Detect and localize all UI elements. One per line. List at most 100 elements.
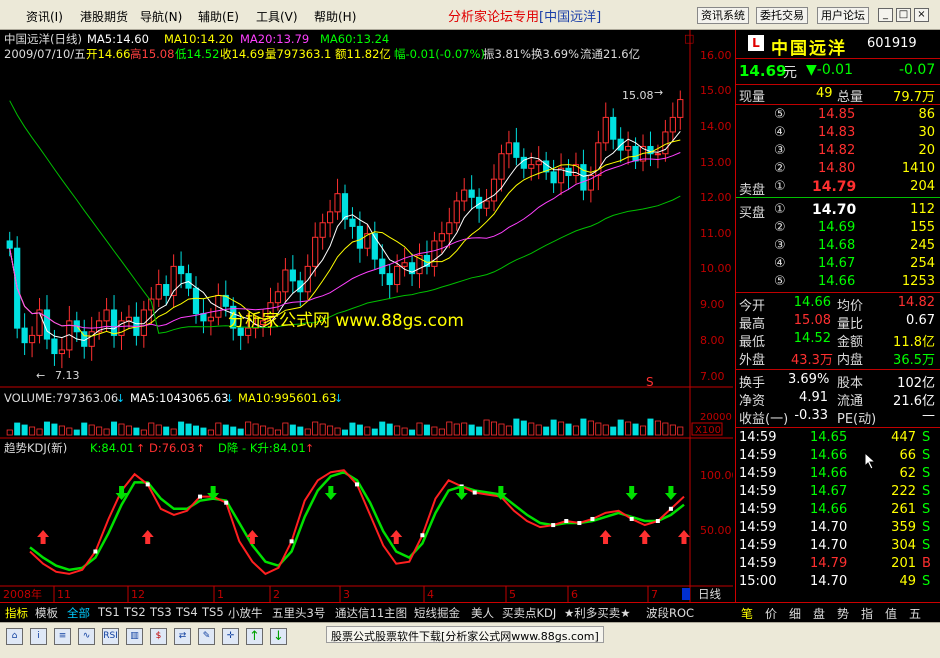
info-open: 开14.66 xyxy=(86,47,130,61)
right-tab-five[interactable]: 五 xyxy=(909,605,921,622)
ask-price: 14.79 xyxy=(812,179,857,195)
volume-bar xyxy=(29,426,36,436)
status-link[interactable]: 股票公式股票软件下载[分析家公式网www.88gs.com] xyxy=(326,626,604,643)
tab-kdj-points[interactable]: 买卖点KDJ xyxy=(502,605,556,621)
ask-row: 卖盘 ① 14.79 204 xyxy=(736,178,940,198)
volume-bar xyxy=(222,424,229,436)
chart-icon[interactable]: ∿ xyxy=(78,628,95,645)
up-arrow-icon[interactable]: ↑ xyxy=(246,628,263,645)
kdj-cross-marker xyxy=(420,533,425,538)
rsi-icon[interactable]: RSI xyxy=(102,628,119,645)
menu-item-assist[interactable]: 辅助(E) xyxy=(198,8,239,25)
candle-body xyxy=(602,116,609,144)
volume-bar xyxy=(528,422,535,436)
ma10-label: MA10:14.20 xyxy=(164,32,233,46)
volume-bar xyxy=(610,426,617,436)
home-icon[interactable]: ⌂ xyxy=(6,628,23,645)
down-arrow-icon[interactable]: ↓ xyxy=(270,628,287,645)
tab-liduo[interactable]: ★利多买卖★ xyxy=(564,605,631,621)
price-tick: 8.00 xyxy=(700,334,725,347)
chart-title: 中国远洋(日线) xyxy=(4,32,82,46)
tab-xiaofangniu[interactable]: 小放牛 xyxy=(228,605,263,621)
right-tab-trend[interactable]: 势 xyxy=(837,605,849,622)
volume-bar xyxy=(453,423,460,436)
tab-template[interactable]: 模板 xyxy=(35,605,58,621)
fund-value: — xyxy=(922,408,935,423)
candle-body xyxy=(51,338,58,355)
tab-tdx11[interactable]: 通达信11主图 xyxy=(335,605,407,621)
menu-item-info[interactable]: 资讯(I) xyxy=(26,8,63,25)
tab-ts5[interactable]: TS5 xyxy=(202,605,224,619)
tab-duanxian[interactable]: 短线掘金 xyxy=(414,605,460,621)
bottom-toolbar: ⌂ i ≡ ∿ RSI ▥ $ ⇄ ✎ ✛ ↑ ↓ 股票公式股票软件下载[分析家公式网www.88gs… xyxy=(0,622,940,658)
candle-body xyxy=(58,349,65,355)
swap-icon[interactable]: ⇄ xyxy=(174,628,191,645)
kdj-cross-marker xyxy=(629,516,634,521)
move-icon[interactable]: ✛ xyxy=(222,628,239,645)
menu-item-hk-futures[interactable]: 港股期货 xyxy=(80,8,128,25)
tick-side: S xyxy=(922,538,931,553)
right-tab-detail[interactable]: 细 xyxy=(789,605,801,622)
candle-body xyxy=(654,153,662,156)
right-tab-value[interactable]: 值 xyxy=(885,605,897,622)
right-tab-ticks[interactable]: 笔 xyxy=(741,605,753,622)
candle-body xyxy=(319,222,326,238)
right-tab-index[interactable]: 指 xyxy=(861,605,873,622)
tick-volume: 304 xyxy=(891,538,916,553)
candle-body xyxy=(304,265,311,293)
forum-button[interactable]: 用户论坛 xyxy=(817,7,869,24)
chart-area[interactable]: 中国远洋(日线) MA5:14.60 MA10:14.20 MA20:13.79… xyxy=(0,30,733,602)
tab-ts1[interactable]: TS1 xyxy=(98,605,120,619)
kdj-cross-marker xyxy=(289,539,294,544)
tab-meiren[interactable]: 美人 xyxy=(471,605,494,621)
price-axis: 16.00 15.00 14.00 13.00 12.00 11.00 10.0… xyxy=(700,49,732,383)
tab-indicator[interactable]: 指标 xyxy=(5,605,28,621)
dollar-icon[interactable]: $ xyxy=(150,628,167,645)
close-button[interactable]: × xyxy=(914,8,929,22)
candle-body xyxy=(386,273,393,286)
right-tab-price[interactable]: 价 xyxy=(765,605,777,622)
candle-body xyxy=(669,116,676,133)
mouse-cursor-icon xyxy=(864,452,877,470)
news-system-button[interactable]: 资讯系统 xyxy=(697,7,749,24)
info-icon[interactable]: i xyxy=(30,628,47,645)
month-tick: 7 xyxy=(651,588,658,601)
trade-button[interactable]: 委托交易 xyxy=(756,7,808,24)
menu-item-help[interactable]: 帮助(H) xyxy=(314,8,356,25)
right-tab-book[interactable]: 盘 xyxy=(813,605,825,622)
month-tick: 11 xyxy=(57,588,71,601)
menu-item-navigate[interactable]: 导航(N) xyxy=(140,8,182,25)
info-high: 高15.08 xyxy=(130,47,174,61)
bar-icon[interactable]: ▥ xyxy=(126,628,143,645)
list-icon[interactable]: ≡ xyxy=(54,628,71,645)
tab-wulitou[interactable]: 五里头3号 xyxy=(272,605,325,621)
chart-svg[interactable]: 中国远洋(日线) MA5:14.60 MA10:14.20 MA20:13.79… xyxy=(0,30,733,602)
fund-value: -0.33 xyxy=(794,408,828,423)
volume-bar xyxy=(207,429,214,436)
tab-ts4[interactable]: TS4 xyxy=(176,605,198,619)
stat-value: 43.3万 xyxy=(791,353,833,368)
tab-all[interactable]: 全部 xyxy=(67,605,90,621)
volume-bar xyxy=(431,426,438,436)
candle-body xyxy=(88,331,95,347)
month-tick: 4 xyxy=(427,588,434,601)
volume-bar xyxy=(297,426,304,436)
sell-arrow-icon xyxy=(664,486,677,500)
minimize-button[interactable]: _ xyxy=(878,8,893,22)
edit-icon[interactable]: ✎ xyxy=(198,628,215,645)
tick-price: 14.70 xyxy=(810,538,848,553)
maximize-button[interactable]: □ xyxy=(896,8,911,22)
tab-ts2[interactable]: TS2 xyxy=(124,605,146,619)
tick-row: 14:59 14.79 201 B xyxy=(736,555,940,573)
stat-row: 最高 15.08 量比 0.67 xyxy=(736,312,940,332)
tick-time: 14:59 xyxy=(739,556,777,571)
kdj-d-label: D:76.03 xyxy=(149,441,195,455)
menu-item-tools[interactable]: 工具(V) xyxy=(256,8,298,25)
tab-ts3[interactable]: TS3 xyxy=(150,605,172,619)
ask-qty: 1410 xyxy=(901,161,935,176)
volume-ma10-label: MA10:995601.63 xyxy=(238,391,337,405)
kdj-signal-arrows xyxy=(37,486,690,544)
tick-side: S xyxy=(922,520,931,535)
tick-side: S xyxy=(922,448,931,463)
tab-roc[interactable]: 波段ROC xyxy=(646,605,694,621)
